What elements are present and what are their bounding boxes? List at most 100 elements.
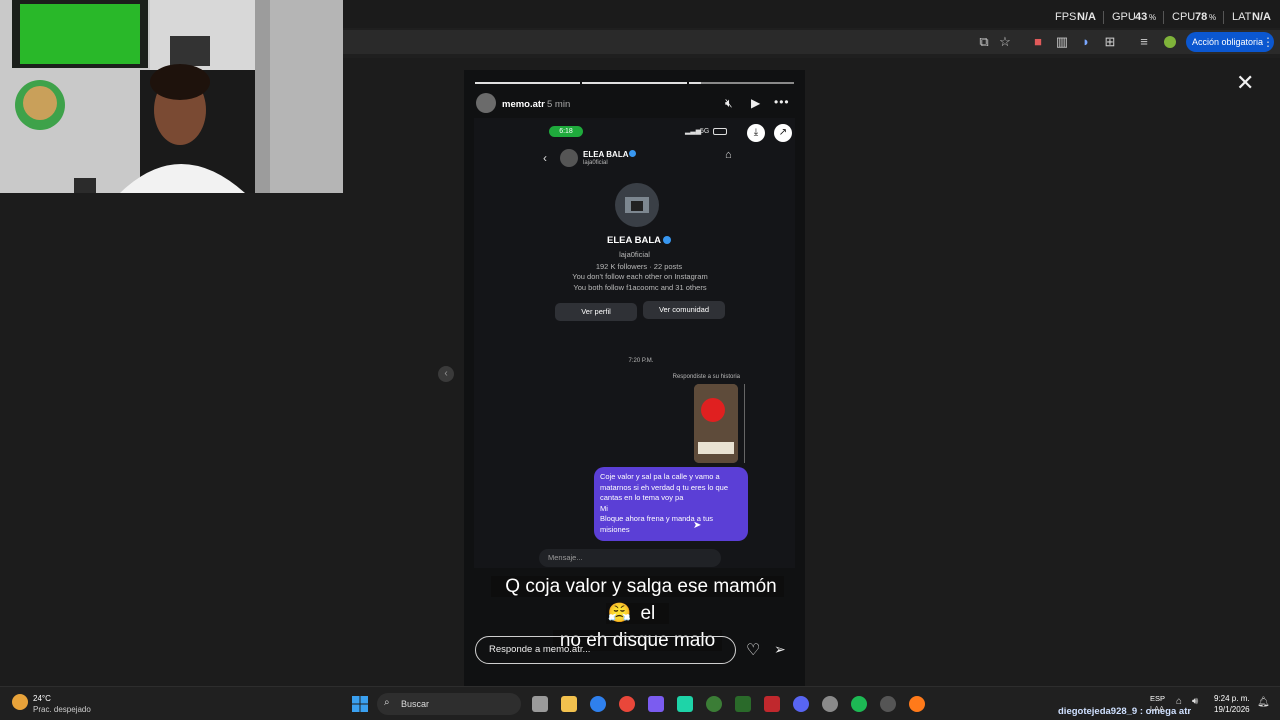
bookmark-star-icon[interactable]: ☆ <box>997 34 1013 50</box>
story-thumbnail <box>694 384 738 463</box>
profile-avatar <box>615 183 659 227</box>
lat-label: LAT <box>1232 11 1252 23</box>
weather-temp[interactable]: 24°C <box>33 694 51 703</box>
fps-label: FPS <box>1055 11 1077 23</box>
obs-icon[interactable] <box>880 696 896 712</box>
chrome-icon[interactable] <box>619 696 635 712</box>
download-icon[interactable]: ⤓ <box>747 124 765 142</box>
network-icon[interactable]: ⌂ <box>1176 696 1182 707</box>
extension-icon[interactable]: ◗ <box>1078 34 1094 50</box>
task-view-icon[interactable] <box>532 696 548 712</box>
weather-icon[interactable] <box>12 694 28 710</box>
message-line: matarnos si eh verdad q tu eres lo que <box>600 482 728 492</box>
caption-line-1: Q coja valor y salga ese mamón <box>498 576 784 597</box>
search-label: Buscar <box>401 699 430 709</box>
signal-icon: ▂▃▅ <box>685 128 702 135</box>
more-menu-icon[interactable]: ⋮ <box>1262 35 1274 49</box>
action-required-button[interactable]: Acción obligatoria <box>1186 32 1274 52</box>
chat-timestamp: 7:20 P.M. <box>628 358 654 364</box>
message-input: Mensaje... <box>539 549 721 567</box>
cpu-unit: % <box>1209 13 1217 22</box>
install-app-icon[interactable]: ⧉ <box>976 34 992 50</box>
gpu-label: GPU <box>1112 11 1136 23</box>
play-icon[interactable]: ▶ <box>751 96 760 110</box>
taskbar-search[interactable]: ⌕ Buscar <box>377 693 521 715</box>
volume-icon[interactable]: 🔊︎ <box>1192 696 1198 707</box>
webcam-overlay <box>0 0 343 193</box>
app-icon[interactable] <box>677 696 693 712</box>
message-bubble: Coje valor y sal pa la calle y vamo a ma… <box>594 467 748 541</box>
caption-line-1-end: el <box>633 603 663 624</box>
story-progress-segment <box>475 82 580 84</box>
heart-icon[interactable]: ♡ <box>746 640 760 660</box>
mouse-cursor-icon: ➤ <box>693 520 702 531</box>
verified-badge-icon <box>629 150 636 157</box>
profile-handle: laja0ficial <box>619 250 650 259</box>
webcam-image <box>0 0 343 193</box>
story-username[interactable]: memo.atr <box>502 99 545 110</box>
profile-photo <box>625 197 649 213</box>
message-line: misiones <box>600 524 630 534</box>
story-progress-fill <box>689 82 701 84</box>
story-avatar[interactable] <box>476 93 496 113</box>
stream-credit: diegotejeda928_9 : omega atr <box>1058 706 1192 717</box>
clock-time[interactable]: 9:24 p. m. <box>1214 694 1250 703</box>
discord-icon[interactable] <box>793 696 809 712</box>
send-icon[interactable]: ➢ <box>774 641 786 658</box>
story-progress-segment <box>689 82 794 84</box>
chat-header-handle: laja0ficial <box>583 160 608 166</box>
language-indicator[interactable]: ESP <box>1150 694 1165 703</box>
story-thumbnail-image <box>694 384 738 463</box>
action-required-label: Acción obligatoria <box>1192 37 1264 47</box>
emoji-icon: 😤 <box>605 603 634 624</box>
gpu-unit: % <box>1149 13 1157 22</box>
clock-date[interactable]: 19/1/2026 <box>1214 705 1250 714</box>
message-line: Bloque ahora frena y manda a tus <box>600 514 713 523</box>
divider <box>1103 11 1104 24</box>
mute-icon[interactable]: 🔇︎ <box>725 96 733 111</box>
language-sub[interactable]: LAA <box>1150 704 1164 713</box>
avatar[interactable] <box>1164 36 1176 48</box>
reading-list-icon[interactable]: ≡ <box>1136 34 1152 50</box>
profile-follow-info: You don't follow each other on Instagram <box>572 272 708 281</box>
profile-mutuals: You both follow f1acoomc and 31 others <box>573 283 707 292</box>
extension-icon[interactable]: ■ <box>1030 34 1046 50</box>
cpu-label: CPU <box>1172 11 1196 23</box>
verified-badge-icon <box>663 236 671 244</box>
more-options-icon[interactable]: ••• <box>774 95 790 109</box>
share-icon[interactable]: ↗ <box>774 124 792 142</box>
chat-avatar <box>560 149 578 167</box>
app-icon[interactable] <box>590 696 606 712</box>
profile-stats: 192 K followers · 22 posts <box>595 262 683 271</box>
cpu-value: 78 <box>1195 11 1208 23</box>
previous-story-icon[interactable]: ‹ <box>438 366 454 382</box>
status-time: 6:18 <box>549 126 583 137</box>
network-label: 5G <box>700 128 710 135</box>
gpu-value: 43 <box>1135 11 1148 23</box>
app-icon[interactable] <box>735 696 751 712</box>
extensions-puzzle-icon[interactable]: ⊞ <box>1102 34 1118 50</box>
tag-icon: ⌂ <box>725 149 732 161</box>
app-icon[interactable] <box>764 696 780 712</box>
file-explorer-icon[interactable] <box>561 696 577 712</box>
profile-name: ELEA BALA <box>607 235 662 246</box>
extension-icon[interactable]: ▥ <box>1054 34 1070 50</box>
settings-gear-icon[interactable] <box>822 696 838 712</box>
windows-start-icon[interactable] <box>352 696 368 712</box>
back-arrow-icon: ‹ <box>543 151 547 165</box>
divider <box>1163 11 1164 24</box>
search-icon: ⌕ <box>384 697 390 708</box>
notification-bell-icon[interactable]: 🔔︎ <box>1257 697 1270 708</box>
game-controller-icon[interactable] <box>648 696 664 712</box>
divider <box>1223 11 1224 24</box>
weather-desc[interactable]: Prac. despejado <box>33 705 91 714</box>
firefox-icon[interactable] <box>909 696 925 712</box>
view-community-button: Ver comunidad <box>643 301 725 319</box>
reply-line <box>744 384 745 463</box>
story-reply-input[interactable]: Responde a memo.atr... <box>475 636 736 664</box>
chat-header-name: ELEA BALA <box>583 150 629 159</box>
xbox-icon[interactable] <box>706 696 722 712</box>
close-icon[interactable]: ✕ <box>1236 70 1254 96</box>
story-reply-label: Respondiste a su historia <box>672 374 740 380</box>
spotify-icon[interactable] <box>851 696 867 712</box>
